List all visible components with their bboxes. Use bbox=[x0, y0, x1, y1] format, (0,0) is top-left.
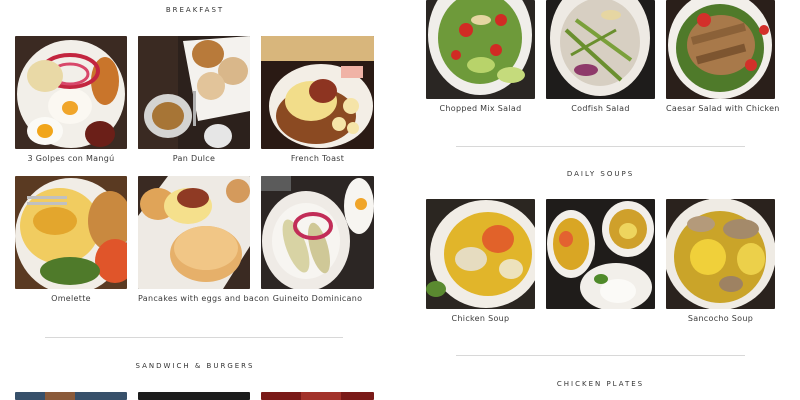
menu-item-label[interactable]: Pancakes with eggs and bacon bbox=[138, 294, 269, 303]
menu-item-pancakes[interactable]: Pancakes with eggs and bacon bbox=[138, 176, 269, 306]
menu-item-sancocho-soup[interactable]: Sancocho Soup bbox=[666, 199, 775, 329]
chopped-salad-photo[interactable] bbox=[426, 0, 535, 99]
menu-item-pan-dulce[interactable]: Pan Dulce bbox=[138, 36, 250, 166]
burger-photo[interactable] bbox=[261, 392, 374, 400]
menu-item-codfish-salad[interactable]: Codfish Salad bbox=[546, 0, 655, 118]
guineito-photo[interactable] bbox=[261, 176, 374, 289]
sancocho-soup-photo[interactable] bbox=[666, 199, 775, 309]
menu-item-mangu[interactable]: 3 Golpes con Mangú bbox=[15, 36, 127, 166]
menu-item-french-toast[interactable]: French Toast bbox=[261, 36, 374, 166]
menu-item-chicken-soup[interactable]: Chicken Soup bbox=[426, 199, 655, 329]
chicken-soup-photo[interactable] bbox=[426, 199, 535, 309]
pan-dulce-photo[interactable] bbox=[138, 36, 250, 149]
menu-item-label[interactable]: Chopped Mix Salad bbox=[426, 104, 535, 113]
chicken-plates-heading: CHICKEN PLATES bbox=[556, 380, 645, 388]
menu-item-guineito[interactable]: Guineito Dominicano bbox=[261, 176, 374, 306]
menu-item-label[interactable]: French Toast bbox=[261, 154, 374, 163]
daily-soups-heading: DAILY SOUPS bbox=[566, 170, 635, 178]
french-toast-photo[interactable] bbox=[261, 36, 374, 149]
caesar-salad-photo[interactable] bbox=[666, 0, 775, 99]
sandwich-heading: SANDWICH & BURGERS bbox=[135, 362, 255, 370]
menu-item-label[interactable]: Omelette bbox=[15, 294, 127, 303]
codfish-salad-photo[interactable] bbox=[546, 0, 655, 99]
menu-item-label[interactable]: Pan Dulce bbox=[138, 154, 250, 163]
menu-item-label[interactable]: Caesar Salad with Chicken bbox=[666, 104, 779, 113]
menu-item-omelette[interactable]: Omelette bbox=[15, 176, 127, 306]
sandwich-photo[interactable] bbox=[138, 392, 250, 400]
menu-item-label[interactable]: 3 Golpes con Mangú bbox=[15, 154, 127, 163]
sandwich-photo[interactable] bbox=[15, 392, 127, 400]
breakfast-heading: BREAKFAST bbox=[165, 6, 225, 14]
section-divider bbox=[45, 337, 343, 338]
mangu-plate-photo[interactable] bbox=[15, 36, 127, 149]
omelette-photo[interactable] bbox=[15, 176, 127, 289]
section-divider bbox=[456, 146, 745, 147]
pancakes-photo[interactable] bbox=[138, 176, 250, 289]
section-divider bbox=[456, 355, 745, 356]
chicken-soup-detail-photo[interactable] bbox=[546, 199, 655, 309]
menu-item-label[interactable]: Guineito Dominicano bbox=[261, 294, 374, 303]
menu-item-chopped-salad[interactable]: Chopped Mix Salad bbox=[426, 0, 535, 118]
menu-item-label[interactable]: Sancocho Soup bbox=[666, 314, 775, 323]
menu-item-label[interactable]: Codfish Salad bbox=[546, 104, 655, 113]
menu-item-caesar-salad[interactable]: Caesar Salad with Chicken bbox=[666, 0, 779, 118]
menu-item-label[interactable]: Chicken Soup bbox=[426, 314, 535, 323]
